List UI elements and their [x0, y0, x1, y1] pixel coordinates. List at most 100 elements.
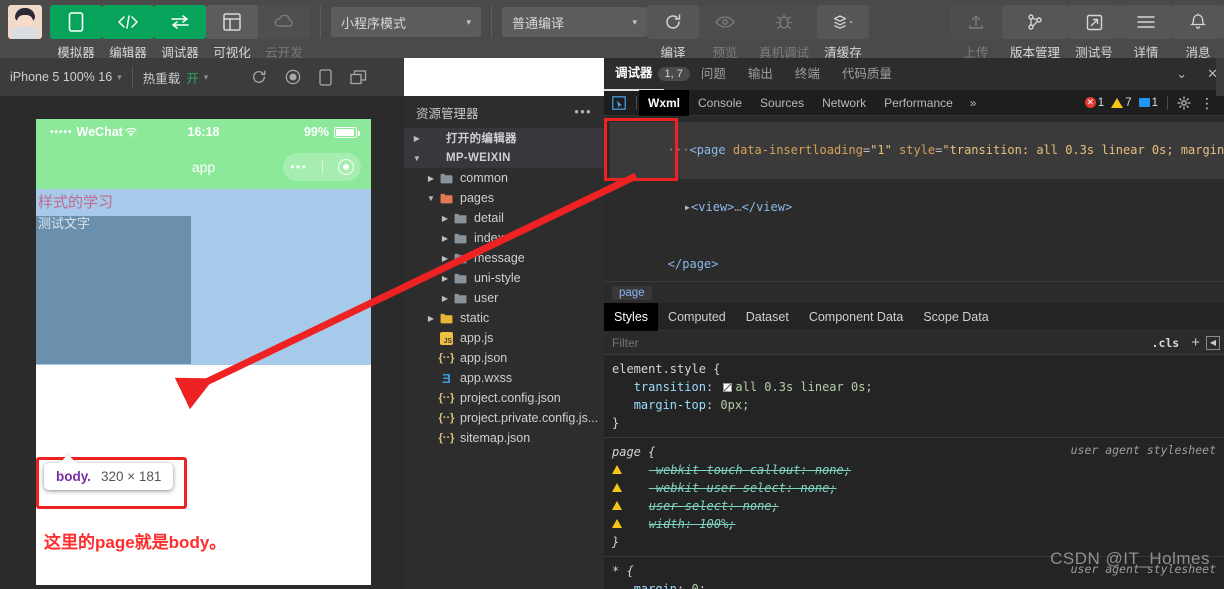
file-tree-item-sitemap-json[interactable]: {··} sitemap.json: [404, 428, 604, 448]
css-declaration[interactable]: -webkit-user-select: none;: [612, 479, 1224, 497]
tab-debugger[interactable]: 调试器: [604, 57, 664, 91]
panel-sources[interactable]: Sources: [751, 90, 813, 116]
tab-scope-data[interactable]: Scope Data: [913, 303, 998, 331]
devtools-more-icon[interactable]: ⋮: [1194, 96, 1220, 110]
file-tree-item-app-wxss[interactable]: Ǝapp.wxss: [404, 368, 604, 388]
info-count-badge[interactable]: 1: [1138, 97, 1158, 109]
css-rule[interactable]: element.style { transition: all 0.3s lin…: [604, 355, 1224, 438]
editor-button[interactable]: 编辑器: [102, 5, 154, 61]
compile-select[interactable]: 普通编译 ▾: [502, 7, 647, 37]
tab-computed[interactable]: Computed: [658, 303, 736, 331]
sim-device-icon[interactable]: [310, 68, 341, 86]
tab-terminal[interactable]: 终端: [784, 58, 831, 90]
styles-filter-bar: .cls + ◀: [604, 331, 1224, 355]
warning-count-badge[interactable]: 7: [1111, 97, 1132, 109]
twisty-icon[interactable]: ▼: [424, 194, 438, 203]
tab-component-data[interactable]: Component Data: [799, 303, 914, 331]
hot-reload-toggle[interactable]: 热重载 开 ▾: [133, 68, 219, 87]
explorer-title: 资源管理器: [416, 106, 479, 121]
panel-wxml[interactable]: Wxml: [639, 89, 690, 116]
js-icon: JS: [438, 331, 455, 345]
transition-swatch-icon[interactable]: [723, 383, 733, 392]
real-device-debug-button[interactable]: 真机调试: [751, 5, 817, 61]
test-account-button[interactable]: 测试号: [1068, 5, 1120, 61]
twisty-icon[interactable]: ▶: [438, 254, 452, 263]
file-explorer: 资源管理器 ••• ▶ 打开的编辑器 ▼ MP-WEIXIN ▶ common ▼ pages…: [404, 96, 604, 589]
file-tree-item-[interactable]: ▶ 打开的编辑器: [404, 128, 604, 148]
file-tree-item-project-private-config-js[interactable]: {··} project.private.config.js...: [404, 408, 604, 428]
file-tree-item-project-config-json[interactable]: {··} project.config.json: [404, 388, 604, 408]
css-declaration[interactable]: width: 100%;: [612, 515, 1224, 533]
file-tree-item-static[interactable]: ▶ static: [404, 308, 604, 328]
twisty-icon[interactable]: ▶: [424, 314, 438, 323]
css-declaration[interactable]: margin: 0;: [612, 580, 1224, 589]
twisty-icon[interactable]: ▶: [424, 174, 438, 183]
twisty-icon[interactable]: ▶: [438, 294, 452, 303]
mode-select[interactable]: 小程序模式 ▾: [331, 7, 481, 37]
avatar[interactable]: [8, 5, 42, 39]
css-declaration[interactable]: transition: all 0.3s linear 0s;: [612, 378, 1224, 396]
twisty-icon[interactable]: ▶: [438, 214, 452, 223]
tab-code-quality[interactable]: 代码质量: [831, 58, 903, 90]
messages-button[interactable]: 消息: [1172, 5, 1224, 61]
more-icon[interactable]: •••: [290, 160, 307, 174]
panel-overflow-icon[interactable]: »: [962, 96, 985, 110]
file-tree-item-user[interactable]: ▶ user: [404, 288, 604, 308]
cloud-button[interactable]: 云开发: [258, 5, 310, 61]
visualize-button[interactable]: 可视化: [206, 5, 258, 61]
tab-styles[interactable]: Styles: [604, 302, 659, 331]
compile-button[interactable]: 编译: [647, 5, 699, 61]
clear-cache-button[interactable]: 清缓存: [817, 5, 869, 61]
css-declaration[interactable]: margin-top: 0px;: [612, 396, 1224, 414]
explorer-more-icon[interactable]: •••: [574, 105, 592, 119]
dom-line-2[interactable]: ▸<view>…</view>: [610, 179, 1224, 236]
capsule-menu[interactable]: •••: [283, 153, 361, 181]
filter-input[interactable]: [604, 335, 1146, 350]
twisty-icon[interactable]: ▶: [410, 134, 424, 143]
css-value: 0px;: [720, 398, 750, 412]
close-target-icon[interactable]: [337, 159, 354, 175]
sim-windows-icon[interactable]: [341, 69, 376, 85]
file-tree-item-mp-weixin[interactable]: ▼ MP-WEIXIN: [404, 148, 604, 168]
sim-record-icon[interactable]: [276, 69, 310, 85]
chevron-down-icon[interactable]: ⌄: [1166, 66, 1197, 82]
file-tree-item-message[interactable]: ▶ message: [404, 248, 604, 268]
file-tree-item-pages[interactable]: ▼ pages: [404, 188, 604, 208]
panel-performance[interactable]: Performance: [875, 90, 962, 116]
preview-button[interactable]: 预览: [699, 5, 751, 61]
debugger-button[interactable]: 调试器: [154, 5, 206, 61]
file-tree-item-app-json[interactable]: {··} app.json: [404, 348, 604, 368]
css-declaration[interactable]: -webkit-touch-callout: none;: [612, 461, 1224, 479]
css-rule[interactable]: user agent stylesheet page { -webkit-touc…: [604, 438, 1224, 557]
error-count-badge[interactable]: ✕ 1: [1084, 97, 1104, 109]
css-declaration[interactable]: user-select: none;: [612, 497, 1224, 515]
file-tree-item-index[interactable]: ▶ index: [404, 228, 604, 248]
sim-refresh-icon[interactable]: [242, 69, 276, 85]
simulator-button[interactable]: 模拟器: [50, 5, 102, 61]
tab-problems[interactable]: 问题: [690, 58, 737, 90]
details-button[interactable]: 详情: [1120, 5, 1172, 61]
tab-output[interactable]: 输出: [737, 58, 784, 90]
device-select[interactable]: iPhone 5 100% 16 ▾: [0, 70, 132, 84]
add-rule-button[interactable]: +: [1185, 334, 1206, 351]
twisty-icon[interactable]: ▼: [410, 154, 424, 163]
panel-network[interactable]: Network: [813, 90, 875, 116]
twisty-icon[interactable]: ▶: [438, 274, 452, 283]
tab-dataset[interactable]: Dataset: [736, 303, 799, 331]
dom-line-3[interactable]: </page>: [610, 236, 1224, 293]
settings-gear-icon[interactable]: [1177, 95, 1191, 110]
toggle-sidebar-icon[interactable]: ◀: [1206, 335, 1220, 350]
file-tree-item-detail[interactable]: ▶ detail: [404, 208, 604, 228]
upload-button[interactable]: 上传: [950, 5, 1002, 61]
file-tree-item-common[interactable]: ▶ common: [404, 168, 604, 188]
folder-icon: [452, 233, 469, 244]
twisty-icon[interactable]: ▶: [438, 234, 452, 243]
file-tree-item-uni-style[interactable]: ▶ uni-style: [404, 268, 604, 288]
dom-line-1[interactable]: ···<page data-insertloading="1" style="t…: [610, 122, 1224, 179]
file-tree-item-app-js[interactable]: JS app.js: [404, 328, 604, 348]
panel-console[interactable]: Console: [689, 90, 751, 116]
cls-button[interactable]: .cls: [1146, 336, 1186, 350]
file-tree-item-label: project.private.config.js...: [460, 411, 599, 425]
version-control-button[interactable]: 版本管理: [1002, 5, 1068, 61]
element-picker-icon[interactable]: [604, 95, 634, 110]
